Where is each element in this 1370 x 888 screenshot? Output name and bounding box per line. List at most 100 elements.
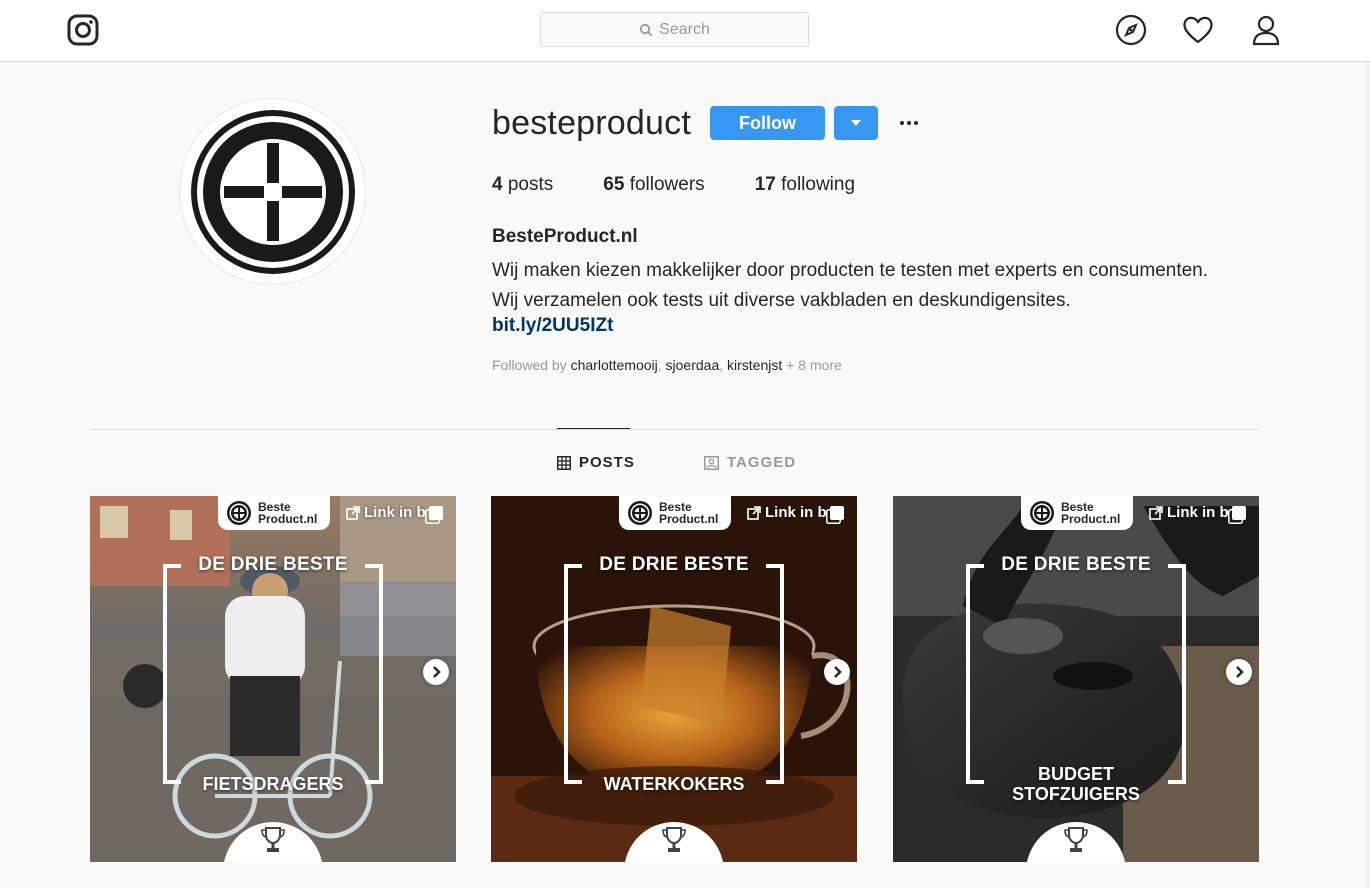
scrollbar[interactable] bbox=[1366, 62, 1370, 888]
frame-bracket bbox=[564, 564, 582, 784]
followers-link[interactable]: 65 followers bbox=[603, 174, 704, 196]
besteproduct-badge: Beste Product.nl bbox=[218, 496, 330, 530]
trophy-icon bbox=[1064, 827, 1088, 852]
crosshair-logo-icon bbox=[227, 501, 251, 525]
frame-bracket bbox=[966, 564, 984, 784]
follow-button[interactable]: Follow bbox=[710, 106, 825, 140]
follower-user-link[interactable]: kirstenjst bbox=[727, 357, 782, 373]
external-link-icon bbox=[747, 505, 761, 520]
grid-icon bbox=[557, 455, 571, 470]
post-image bbox=[893, 496, 1259, 862]
tab-label: TAGGED bbox=[727, 454, 797, 471]
badge-text: Beste Product.nl bbox=[258, 501, 317, 525]
frame-bracket bbox=[163, 564, 181, 784]
followed-by-more[interactable]: + 8 more bbox=[786, 357, 842, 373]
dot bbox=[900, 121, 904, 125]
link-text: Link in b bbox=[1167, 504, 1229, 521]
post-title-line: WATERKOKERS bbox=[603, 774, 745, 794]
more-options-button[interactable] bbox=[896, 110, 922, 136]
badge-text: Beste Product.nl bbox=[1061, 501, 1120, 525]
trophy-icon bbox=[261, 827, 285, 852]
frame-bracket bbox=[766, 564, 784, 784]
multiple-posts-icon bbox=[1228, 506, 1246, 524]
stat-label: followers bbox=[629, 174, 705, 195]
followed-by: Followed by charlottemooij, sjoerdaa, ki… bbox=[492, 357, 842, 373]
search-input[interactable]: Search bbox=[540, 12, 809, 47]
follower-user-link[interactable]: sjoerdaa bbox=[666, 357, 720, 373]
link-in-bio-label: Link in b bbox=[1149, 504, 1229, 521]
bio-line: Wij verzamelen ook tests uit diverse vak… bbox=[492, 290, 1071, 311]
badge-line: Product.nl bbox=[1061, 512, 1121, 526]
profile-username: besteproduct bbox=[492, 104, 691, 142]
post-image bbox=[491, 496, 857, 862]
stat-value: 65 bbox=[603, 174, 625, 195]
post-headline: DE DRIE BESTE bbox=[198, 554, 348, 575]
post-headline: DE DRIE BESTE bbox=[599, 554, 749, 575]
trophy-icon bbox=[662, 827, 686, 852]
tab-posts[interactable]: POSTS bbox=[557, 454, 635, 471]
post-thumbnail[interactable]: Beste Product.nl Link in b DE DRIE BESTE… bbox=[491, 496, 857, 862]
post-title: BUDGET STOFZUIGERS bbox=[893, 764, 1259, 804]
external-link-icon bbox=[1149, 505, 1163, 520]
post-title-line: FIETSDRAGERS bbox=[202, 774, 344, 794]
following-link[interactable]: 17 following bbox=[755, 174, 855, 196]
stat-value: 4 bbox=[492, 174, 503, 195]
post-image bbox=[90, 496, 456, 862]
profile-stats: 4 posts 65 followers 17 following bbox=[492, 174, 905, 196]
bio-line: Wij maken kiezen makkelijker door produc… bbox=[492, 260, 1209, 281]
profile-bio: Wij maken kiezen makkelijker door produc… bbox=[492, 256, 1292, 316]
post-title: FIETSDRAGERS bbox=[90, 774, 456, 794]
badge-line: Product.nl bbox=[258, 512, 318, 526]
tab-label: POSTS bbox=[579, 454, 635, 471]
stat-label: following bbox=[781, 174, 856, 195]
tagged-icon bbox=[704, 455, 719, 470]
multiple-posts-icon bbox=[826, 506, 844, 524]
tab-tagged[interactable]: TAGGED bbox=[704, 454, 796, 471]
instagram-icon[interactable] bbox=[67, 14, 99, 46]
external-link-icon bbox=[346, 505, 360, 520]
stat-value: 17 bbox=[754, 174, 776, 195]
explore-compass-icon[interactable] bbox=[1114, 13, 1148, 47]
suggestions-dropdown-button[interactable] bbox=[834, 106, 878, 140]
stat-label: posts bbox=[507, 174, 554, 195]
dot bbox=[914, 121, 918, 125]
caret-down-icon bbox=[851, 120, 861, 126]
link-in-bio-label: Link in b bbox=[346, 504, 426, 521]
posts-count: 4 posts bbox=[492, 174, 553, 196]
dot bbox=[907, 121, 911, 125]
crosshair-logo-icon bbox=[190, 109, 355, 274]
post-title: WATERKOKERS bbox=[491, 774, 857, 794]
profile-icon[interactable] bbox=[1249, 13, 1283, 47]
badge-line: Product.nl bbox=[659, 512, 719, 526]
search-placeholder: Search bbox=[659, 20, 710, 38]
post-title-line: STOFZUIGERS bbox=[1012, 784, 1140, 804]
post-title-line: BUDGET bbox=[1038, 764, 1114, 784]
crosshair-logo-icon bbox=[1030, 501, 1054, 525]
heart-icon[interactable] bbox=[1181, 13, 1215, 47]
crosshair-logo-icon bbox=[628, 501, 652, 525]
post-thumbnail[interactable]: Beste Product.nl Link in b DE DRIE BESTE… bbox=[90, 496, 456, 862]
chevron-right-icon bbox=[824, 659, 850, 685]
followed-by-prefix: Followed by bbox=[492, 357, 567, 373]
frame-bracket bbox=[1168, 564, 1186, 784]
top-nav: Search bbox=[0, 0, 1370, 62]
avatar bbox=[179, 98, 366, 285]
link-text: Link in b bbox=[765, 504, 827, 521]
link-text: Link in b bbox=[364, 504, 426, 521]
multiple-posts-icon bbox=[425, 506, 443, 524]
post-headline: DE DRIE BESTE bbox=[1001, 554, 1151, 575]
badge-text: Beste Product.nl bbox=[659, 501, 718, 525]
link-in-bio-label: Link in b bbox=[747, 504, 827, 521]
chevron-right-icon bbox=[1226, 659, 1252, 685]
besteproduct-badge: Beste Product.nl bbox=[1021, 496, 1133, 530]
chevron-right-icon bbox=[423, 659, 449, 685]
active-tab-indicator bbox=[557, 428, 630, 429]
search-icon bbox=[640, 23, 653, 36]
tabs-divider bbox=[90, 429, 1259, 430]
post-thumbnail[interactable]: Beste Product.nl Link in b DE DRIE BESTE… bbox=[893, 496, 1259, 862]
follower-user-link[interactable]: charlottemooij bbox=[571, 357, 658, 373]
bio-link[interactable]: bit.ly/2UU5IZt bbox=[492, 315, 613, 337]
frame-bracket bbox=[365, 564, 383, 784]
besteproduct-badge: Beste Product.nl bbox=[619, 496, 731, 530]
profile-full-name: BesteProduct.nl bbox=[492, 226, 638, 247]
